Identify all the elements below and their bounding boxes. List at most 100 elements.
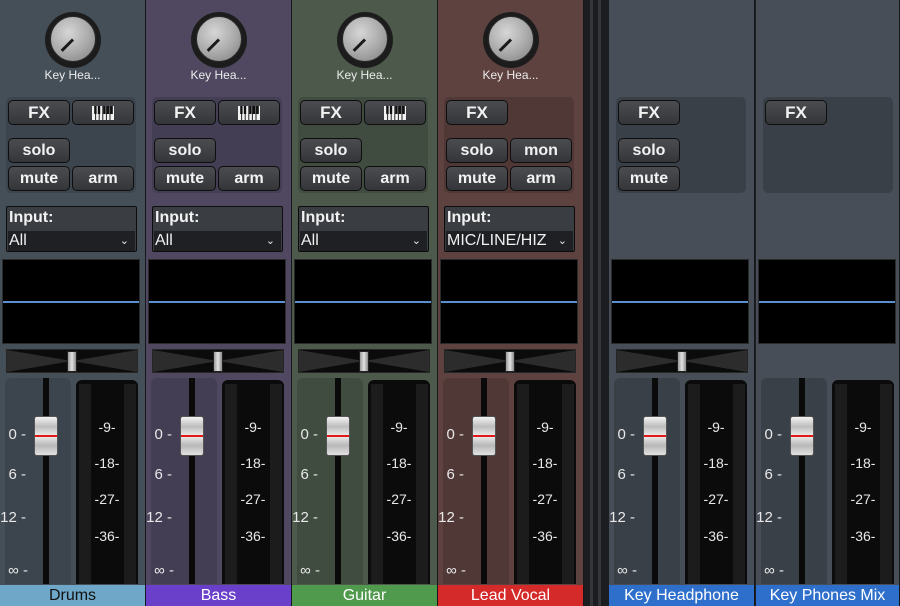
pan-control[interactable] xyxy=(444,349,576,373)
volume-fader[interactable] xyxy=(472,416,496,456)
fader-scale-label: 0 - xyxy=(764,426,782,443)
input-value: All xyxy=(301,232,319,249)
meter-bar-right xyxy=(733,384,745,584)
fader-scale-label: 6 - xyxy=(300,466,318,483)
fader-zero-line xyxy=(327,435,349,437)
input-dropdown[interactable]: All ⌄ xyxy=(8,231,135,251)
knob-icon[interactable] xyxy=(49,16,96,62)
input-value: All xyxy=(9,232,27,249)
track-name-label[interactable]: Lead Vocal xyxy=(438,585,583,606)
fx-button[interactable]: FX xyxy=(618,100,680,125)
input-label: Input: xyxy=(447,209,492,226)
fx-button[interactable]: FX xyxy=(8,100,70,125)
meter-scale-label: -36- xyxy=(386,528,412,544)
solo-button[interactable]: solo xyxy=(154,138,216,163)
instrument-button[interactable] xyxy=(364,100,426,125)
monitor-button[interactable]: mon xyxy=(510,138,572,163)
arm-button[interactable]: arm xyxy=(72,166,134,191)
input-dropdown[interactable]: MIC/LINE/HIZ ⌄ xyxy=(446,231,573,251)
pan-control[interactable] xyxy=(6,349,138,373)
arm-button[interactable]: arm xyxy=(364,166,426,191)
input-label: Input: xyxy=(9,209,54,226)
meter-scale-label: -36- xyxy=(240,528,266,544)
meter-scale-label: -36- xyxy=(850,528,876,544)
pan-handle[interactable] xyxy=(505,351,515,372)
input-selector: Input: All ⌄ xyxy=(6,206,137,252)
fx-button[interactable]: FX xyxy=(300,100,362,125)
waveform-line xyxy=(612,301,748,303)
meter-bar-right xyxy=(416,384,428,584)
fader-scale-label: 0 - xyxy=(300,426,318,443)
fader-scale-label: 6 - xyxy=(764,466,782,483)
volume-fader[interactable] xyxy=(34,416,58,456)
meter-scale-label: -27- xyxy=(386,491,412,507)
track-strip-guitar: Key Hea... FX solo mute arm Input: All ⌄ 0 - 6 - 1… xyxy=(292,0,438,606)
input-selector: Input: MIC/LINE/HIZ ⌄ xyxy=(444,206,575,252)
knob-icon[interactable] xyxy=(487,16,534,62)
pan-control[interactable] xyxy=(616,349,748,373)
mute-button[interactable]: mute xyxy=(154,166,216,191)
arm-button[interactable]: arm xyxy=(510,166,572,191)
volume-fader[interactable] xyxy=(643,416,667,456)
mute-button[interactable]: mute xyxy=(618,166,680,191)
input-dropdown[interactable]: All ⌄ xyxy=(154,231,281,251)
volume-fader[interactable] xyxy=(326,416,350,456)
instrument-button[interactable] xyxy=(218,100,280,125)
waveform-display xyxy=(758,259,896,344)
send-knob-label: Key Hea... xyxy=(44,68,101,82)
solo-button[interactable]: solo xyxy=(446,138,508,163)
track-name-label[interactable]: Bass xyxy=(146,585,291,606)
meter-scale-label: -18- xyxy=(386,455,412,471)
fader-scale-label: 0 - xyxy=(446,426,464,443)
pan-handle[interactable] xyxy=(359,351,369,372)
pan-control[interactable] xyxy=(298,349,430,373)
volume-fader[interactable] xyxy=(790,416,814,456)
meter-scale-label: -18- xyxy=(240,455,266,471)
fader-scale-label: 6 - xyxy=(617,466,635,483)
fader-scale-label: 12 - xyxy=(609,509,635,526)
fader-scale-label: 6 - xyxy=(154,466,172,483)
bus-name-label[interactable]: Key Headphone xyxy=(609,585,754,606)
meter-bar-left xyxy=(688,384,700,584)
fader-scale-label: 0 - xyxy=(154,426,172,443)
fx-button[interactable]: FX xyxy=(154,100,216,125)
track-name-label[interactable]: Guitar xyxy=(292,585,437,606)
knob-icon[interactable] xyxy=(195,16,242,62)
meter-bar-left xyxy=(225,384,237,584)
pan-handle[interactable] xyxy=(677,351,687,372)
meter-scale-label: -27- xyxy=(850,491,876,507)
solo-button[interactable]: solo xyxy=(8,138,70,163)
meter-scale-label: -27- xyxy=(703,491,729,507)
knob-pointer xyxy=(60,38,74,52)
fader-scale-label: ∞ - xyxy=(764,562,784,579)
meter-bar-left xyxy=(835,384,847,584)
arm-button[interactable]: arm xyxy=(218,166,280,191)
track-name-label[interactable]: Drums xyxy=(0,585,145,606)
fader-scale-label: ∞ - xyxy=(154,562,174,579)
volume-fader[interactable] xyxy=(180,416,204,456)
piano-icon xyxy=(92,105,114,120)
waveform-line xyxy=(3,301,139,303)
fx-button[interactable]: FX xyxy=(765,100,827,125)
mute-button[interactable]: mute xyxy=(8,166,70,191)
mute-button[interactable]: mute xyxy=(446,166,508,191)
fader-zero-line xyxy=(644,435,666,437)
meter-scale-label: -36- xyxy=(94,528,120,544)
instrument-button[interactable] xyxy=(72,100,134,125)
knob-pointer xyxy=(352,38,366,52)
bus-name-label[interactable]: Key Phones Mix xyxy=(756,585,899,606)
fx-button[interactable]: FX xyxy=(446,100,508,125)
pan-handle[interactable] xyxy=(67,351,77,372)
fader-zero-line xyxy=(181,435,203,437)
input-label: Input: xyxy=(301,209,346,226)
solo-button[interactable]: solo xyxy=(618,138,680,163)
solo-button[interactable]: solo xyxy=(300,138,362,163)
fader-scale-label: 12 - xyxy=(756,509,782,526)
pan-handle[interactable] xyxy=(213,351,223,372)
mute-button[interactable]: mute xyxy=(300,166,362,191)
pan-control[interactable] xyxy=(152,349,284,373)
send-knob-label: Key Hea... xyxy=(482,68,539,82)
fader-scale-label: 12 - xyxy=(0,509,26,526)
knob-icon[interactable] xyxy=(341,16,388,62)
input-dropdown[interactable]: All ⌄ xyxy=(300,231,427,251)
